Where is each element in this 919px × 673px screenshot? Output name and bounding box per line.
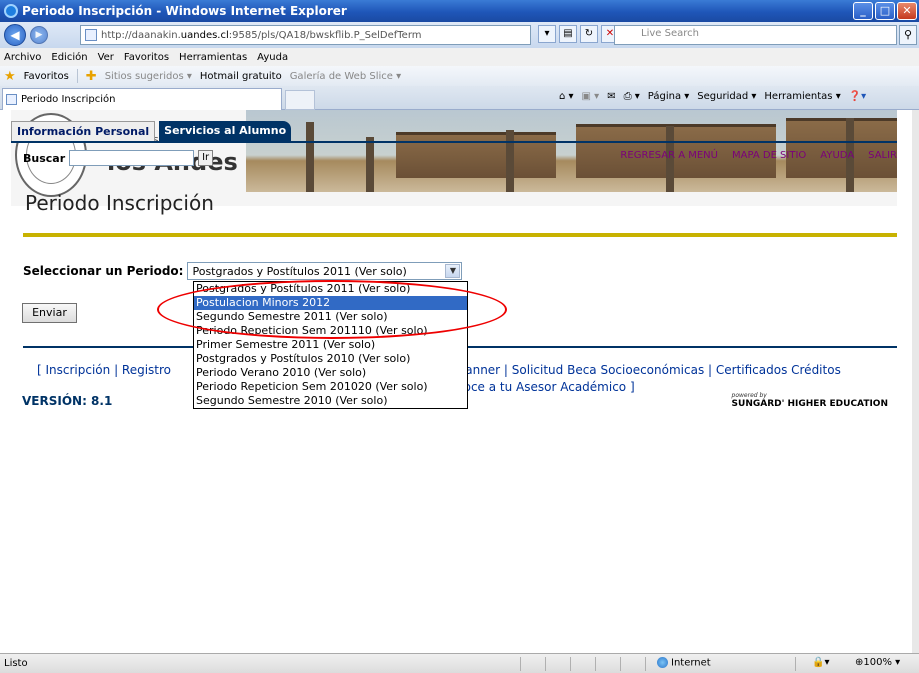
maximize-button[interactable]: □: [875, 2, 895, 20]
top-links: REGRESAR A MENÚ MAPA DE SITIO AYUDA SALI…: [620, 150, 897, 161]
favorites-bar: ★ Favoritos ✚ Sitios sugeridos ▾ Hotmail…: [0, 66, 919, 86]
tab-informacion-personal[interactable]: Información Personal: [11, 121, 156, 141]
period-selector-row: Seleccionar un Periodo: Postgrados y Pos…: [23, 262, 463, 280]
browser-tab[interactable]: Periodo Inscripción: [2, 88, 282, 110]
version-label: VERSIÓN: 8.1: [22, 394, 113, 408]
status-text: Listo: [4, 658, 28, 669]
period-option[interactable]: Segundo Semestre 2010 (Ver solo): [194, 394, 467, 408]
period-option[interactable]: Primer Semestre 2011 (Ver solo): [194, 338, 467, 352]
menu-bar: Archivo Edición Ver Favoritos Herramient…: [0, 48, 919, 66]
address-bar: ◀ ▶ http://daanakin. uandes.cl:9585/pls/Q…: [0, 22, 919, 48]
minimize-button[interactable]: _: [853, 2, 873, 20]
submit-button[interactable]: Enviar: [22, 303, 77, 323]
search-icon[interactable]: ⚲: [899, 25, 917, 45]
back-button[interactable]: ◀: [4, 24, 26, 46]
cmd-pagina[interactable]: Página ▾: [648, 91, 690, 102]
site-search-input[interactable]: [69, 150, 195, 166]
period-option[interactable]: Periodo Repeticion Sem 201020 (Ver solo): [194, 380, 467, 394]
vertical-scrollbar[interactable]: [912, 110, 919, 653]
footer-links-left[interactable]: [ Inscripción | Registro: [37, 363, 171, 377]
home-icon[interactable]: ⌂ ▾: [559, 91, 574, 102]
feeds-icon[interactable]: ▣ ▾: [582, 91, 600, 102]
link-ayuda[interactable]: AYUDA: [820, 150, 854, 161]
period-select[interactable]: Postgrados y Postítulos 2011 (Ver solo) …: [187, 262, 463, 280]
link-salir[interactable]: SALIR: [868, 150, 897, 161]
cmd-herramientas[interactable]: Herramientas ▾: [764, 91, 840, 102]
sungard-logo: powered by SUNGARD' HIGHER EDUCATION: [731, 392, 888, 409]
menu-ver[interactable]: Ver: [98, 52, 114, 63]
menu-favoritos[interactable]: Favoritos: [124, 52, 169, 63]
tab-page-icon: [6, 94, 17, 105]
new-tab-button[interactable]: [285, 90, 315, 110]
link-regresar-menu[interactable]: REGRESAR A MENÚ: [620, 150, 718, 161]
separator: [76, 69, 78, 83]
search-input[interactable]: Live Search: [614, 25, 897, 45]
window-title: Periodo Inscripción - Windows Internet E…: [22, 4, 347, 18]
mail-icon[interactable]: ✉: [607, 91, 615, 102]
zoom-control[interactable]: ⊕100% ▾: [855, 657, 900, 668]
search-go-button[interactable]: Ir: [198, 150, 214, 166]
compatibility-icon[interactable]: ▤: [559, 25, 577, 43]
add-favorite-icon[interactable]: ✚: [86, 69, 97, 84]
menu-archivo[interactable]: Archivo: [4, 52, 41, 63]
status-bar: Listo Internet 🔒▾ ⊕100% ▾: [0, 653, 919, 673]
favorites-star-icon[interactable]: ★: [4, 69, 16, 84]
tab-underline: [11, 141, 897, 143]
window-titlebar: Periodo Inscripción - Windows Internet E…: [0, 0, 919, 22]
zone-indicator: Internet: [657, 657, 711, 669]
link-mapa-sitio[interactable]: MAPA DE SITIO: [732, 150, 806, 161]
chevron-down-icon[interactable]: ▼: [445, 264, 461, 278]
globe-icon: [657, 657, 668, 668]
tab-servicios-alumno[interactable]: Servicios al Alumno: [159, 121, 292, 141]
cmd-seguridad[interactable]: Seguridad ▾: [697, 91, 756, 102]
footer-links-right[interactable]: Banner | Solicitud Beca Socioeconómicas …: [457, 362, 841, 379]
ie-icon: [4, 4, 18, 18]
page-viewport: Universidad de los Andes Información Per…: [0, 110, 912, 653]
browser-tab-bar: Periodo Inscripción ⌂ ▾ ▣ ▾ ✉ ⎙ ▾ Página…: [0, 86, 919, 110]
site-search: Buscar Ir: [23, 150, 214, 166]
protected-mode-icon[interactable]: 🔒▾: [812, 657, 829, 668]
print-icon[interactable]: ⎙ ▾: [624, 91, 640, 102]
period-label: Seleccionar un Periodo:: [23, 264, 184, 278]
menu-edicion[interactable]: Edición: [51, 52, 87, 63]
fav-sitios-sugeridos[interactable]: Sitios sugeridos ▾: [105, 71, 192, 82]
footer-links-line2[interactable]: noce a tu Asesor Académico ]: [456, 379, 635, 396]
page-title: Periodo Inscripción: [25, 191, 214, 215]
page-icon: [85, 29, 97, 41]
help-icon[interactable]: ❓▾: [849, 91, 866, 102]
fav-hotmail[interactable]: Hotmail gratuito: [200, 71, 282, 82]
url-field[interactable]: http://daanakin. uandes.cl:9585/pls/QA18/…: [80, 25, 531, 45]
menu-herramientas[interactable]: Herramientas: [179, 52, 247, 63]
search-label: Buscar: [23, 151, 66, 165]
close-button[interactable]: ✕: [897, 2, 917, 20]
title-underline: [23, 233, 897, 237]
period-select-value: Postgrados y Postítulos 2011 (Ver solo): [192, 265, 407, 278]
forward-button[interactable]: ▶: [30, 26, 48, 44]
fav-webslice[interactable]: Galería de Web Slice ▾: [290, 71, 401, 82]
annotation-red-ellipse: [157, 280, 507, 339]
favorites-button[interactable]: Favoritos: [24, 71, 69, 82]
refresh-icon[interactable]: ↻: [580, 25, 598, 43]
period-option[interactable]: Periodo Verano 2010 (Ver solo): [194, 366, 467, 380]
site-tabs: Información Personal Servicios al Alumno: [11, 121, 292, 141]
period-option[interactable]: Postgrados y Postítulos 2010 (Ver solo): [194, 352, 467, 366]
dropdown-icon[interactable]: ▾: [538, 25, 556, 43]
menu-ayuda[interactable]: Ayuda: [257, 52, 288, 63]
